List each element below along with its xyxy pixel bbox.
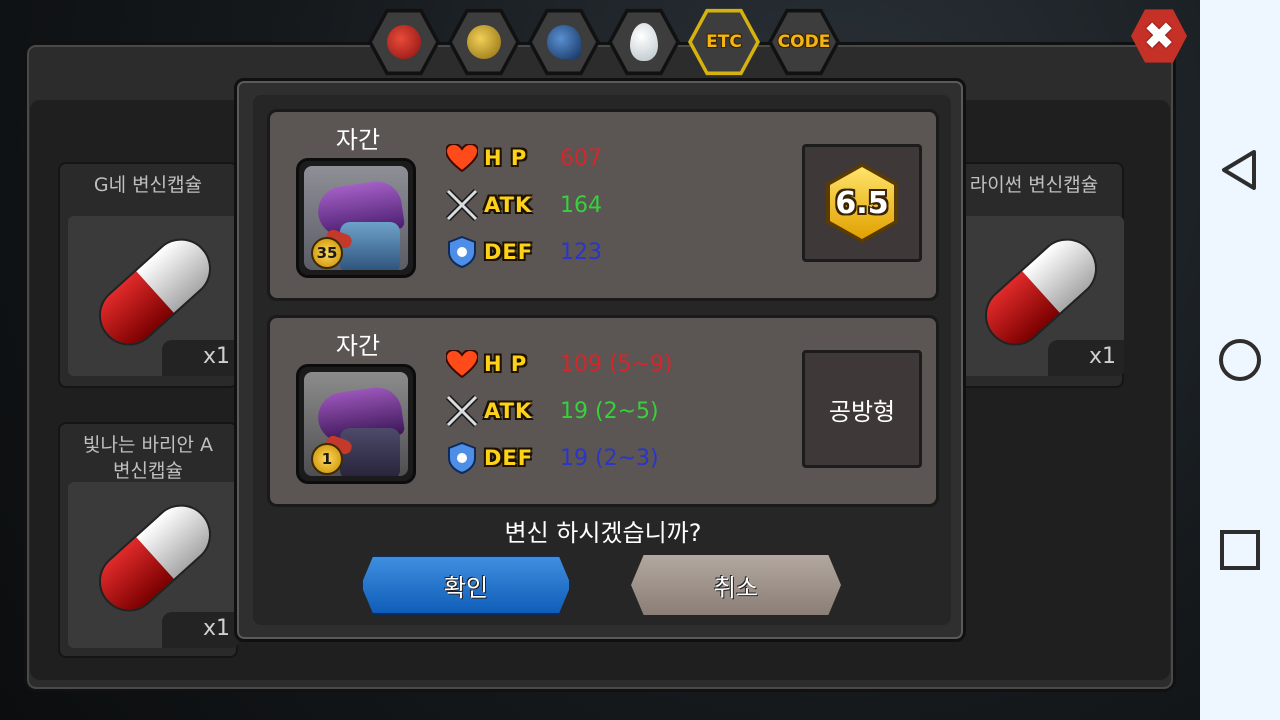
game-screen: G네 변신캡슐 x1 라이썬 변신캡슐 x1 빛나는 바리안 A 변신캡슐 x1 [0,0,1200,720]
item-name: 라이썬 변신캡슐 [969,174,1099,196]
category-tabs: ETC CODE [368,6,840,82]
close-icon: ✖ [1143,14,1175,58]
tab-nugget[interactable] [448,6,520,78]
heart-icon [444,141,480,175]
swords-icon [444,394,480,428]
capsule-icon [972,226,1110,358]
level-badge: 35 [311,237,343,269]
back-button[interactable] [1216,146,1264,194]
transform-dialog: 자간 35 H P 607 ATK 164 DEF 123 6.5 자간 1 H… [234,78,966,642]
atk-label: ATK [484,399,533,423]
android-nav-bar [1200,0,1280,720]
tab-etc-label: ETC [706,32,742,52]
tab-etc[interactable]: ETC [688,6,760,78]
def-value: 19 (2~3) [560,445,659,471]
inventory-item[interactable]: 라이썬 변신캡슐 x1 [944,162,1124,388]
atk-label: ATK [484,193,533,217]
tab-code-label: CODE [777,32,831,52]
item-quantity: x1 [162,612,238,648]
shield-icon [444,441,480,475]
cancel-button[interactable]: 취소 [631,555,841,615]
def-row: DEF 19 (2~3) [444,438,659,478]
atk-value: 164 [560,192,602,218]
shield-icon [444,235,480,269]
current-monster-card: 자간 35 H P 607 ATK 164 DEF 123 6.5 [267,109,939,301]
atk-row: ATK 19 (2~5) [444,391,659,431]
confirm-button[interactable]: 확인 [361,555,571,615]
grade-box: 6.5 [802,144,922,262]
cancel-label: 취소 [713,573,759,602]
monster-name: 자간 [335,126,381,154]
tab-egg[interactable] [608,6,680,78]
atk-value: 19 (2~5) [560,398,659,424]
item-quantity: x1 [162,340,238,376]
swords-icon [444,188,480,222]
def-row: DEF 123 [444,232,602,272]
heart-icon [444,347,480,381]
hp-value: 607 [560,145,602,171]
item-slot: x1 [954,216,1124,376]
item-name: 빛나는 바리안 A 변신캡슐 [83,434,213,482]
hp-label: H P [484,146,528,170]
capsule-icon [86,492,224,624]
monster-portrait: 1 [296,364,416,484]
item-quantity: x1 [1048,340,1124,376]
hp-row: H P 607 [444,138,602,178]
fruit-icon [387,25,421,59]
item-name: G네 변신캡슐 [93,174,203,196]
grade-value: 6.5 [830,167,894,239]
back-icon [1222,150,1256,190]
egg-icon [630,23,658,61]
def-label: DEF [484,446,534,470]
inventory-item[interactable]: 빛나는 바리안 A 변신캡슐 x1 [58,422,238,658]
hp-label: H P [484,352,528,376]
tab-dragon[interactable] [528,6,600,78]
level-badge: 1 [311,443,343,475]
grade-badge: 6.5 [826,163,898,243]
inventory-item[interactable]: G네 변신캡슐 x1 [58,162,238,388]
def-label: DEF [484,240,534,264]
hp-value: 109 (5~9) [560,351,673,377]
item-slot: x1 [68,216,238,376]
type-box: 공방형 [802,350,922,468]
tab-code[interactable]: CODE [768,6,840,78]
def-value: 123 [560,239,602,265]
capsule-icon [86,226,224,358]
monster-portrait: 35 [296,158,416,278]
type-label: 공방형 [828,397,896,426]
monster-name: 자간 [335,332,381,360]
hp-row: H P 109 (5~9) [444,344,673,384]
dragon-head-icon [547,25,581,59]
recents-icon [1220,530,1260,570]
result-monster-card: 자간 1 H P 109 (5~9) ATK 19 (2~5) DEF 19 (… [267,315,939,507]
confirm-label: 확인 [443,573,489,602]
nugget-icon [467,25,501,59]
home-button[interactable] [1216,336,1264,384]
tab-fruit[interactable] [368,6,440,78]
recents-button[interactable] [1216,526,1264,574]
atk-row: ATK 164 [444,185,602,225]
home-icon [1219,339,1261,381]
item-slot: x1 [68,482,238,648]
confirm-question: 변신 하시겠습니까? [504,519,702,547]
